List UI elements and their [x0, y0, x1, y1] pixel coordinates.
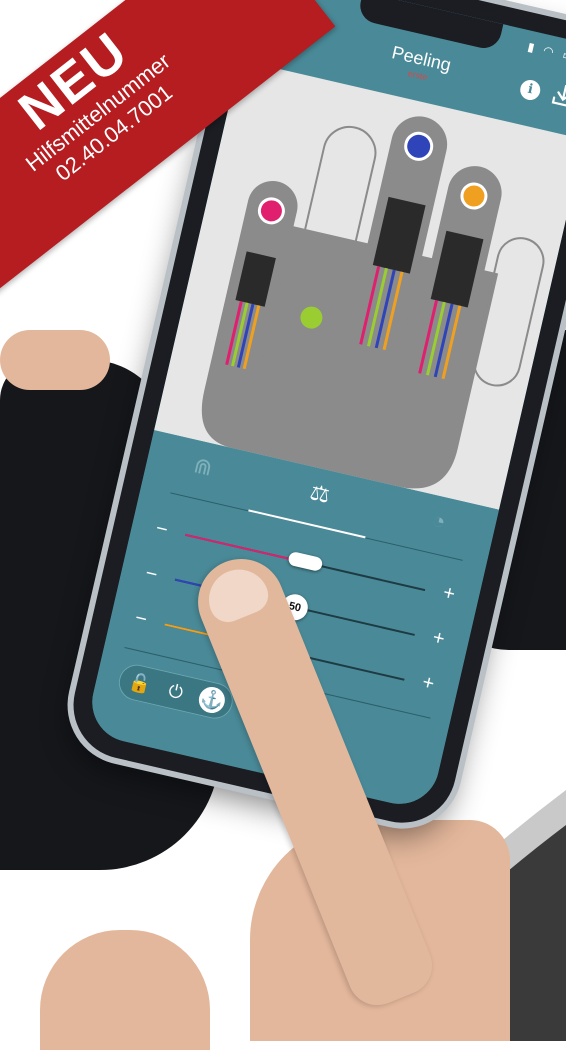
power-icon[interactable]: ⏻ [160, 676, 191, 707]
slider-pink-knob[interactable] [287, 550, 324, 573]
slider-pink-increase[interactable]: + [441, 582, 457, 607]
weight-icon[interactable]: ⚖ [301, 478, 338, 511]
bottom-thumb [40, 930, 210, 1050]
slider-blue-increase[interactable]: + [430, 626, 447, 651]
hand-illustration [201, 116, 545, 489]
tab-selected-indicator [248, 509, 366, 539]
anchor-icon[interactable]: ⚓ [196, 684, 228, 716]
slider-orange-decrease[interactable]: − [133, 607, 149, 632]
magnet-icon[interactable]: ⋒ [185, 451, 222, 484]
status-icons: ▮ ◠ ▭ [526, 39, 566, 65]
slider-blue-decrease[interactable]: − [143, 562, 159, 587]
lock-icon[interactable]: 🔓 [124, 668, 155, 699]
slider-orange-increase[interactable]: + [420, 671, 436, 696]
tape-icon[interactable]: ◔ [420, 505, 457, 538]
fingernail [199, 560, 274, 628]
left-thumb [0, 330, 110, 390]
slider-pink-decrease[interactable]: − [153, 517, 170, 542]
hand-canvas [154, 59, 566, 510]
bottom-toolbar: 🔓 ⏻ ⚓ [115, 661, 237, 723]
